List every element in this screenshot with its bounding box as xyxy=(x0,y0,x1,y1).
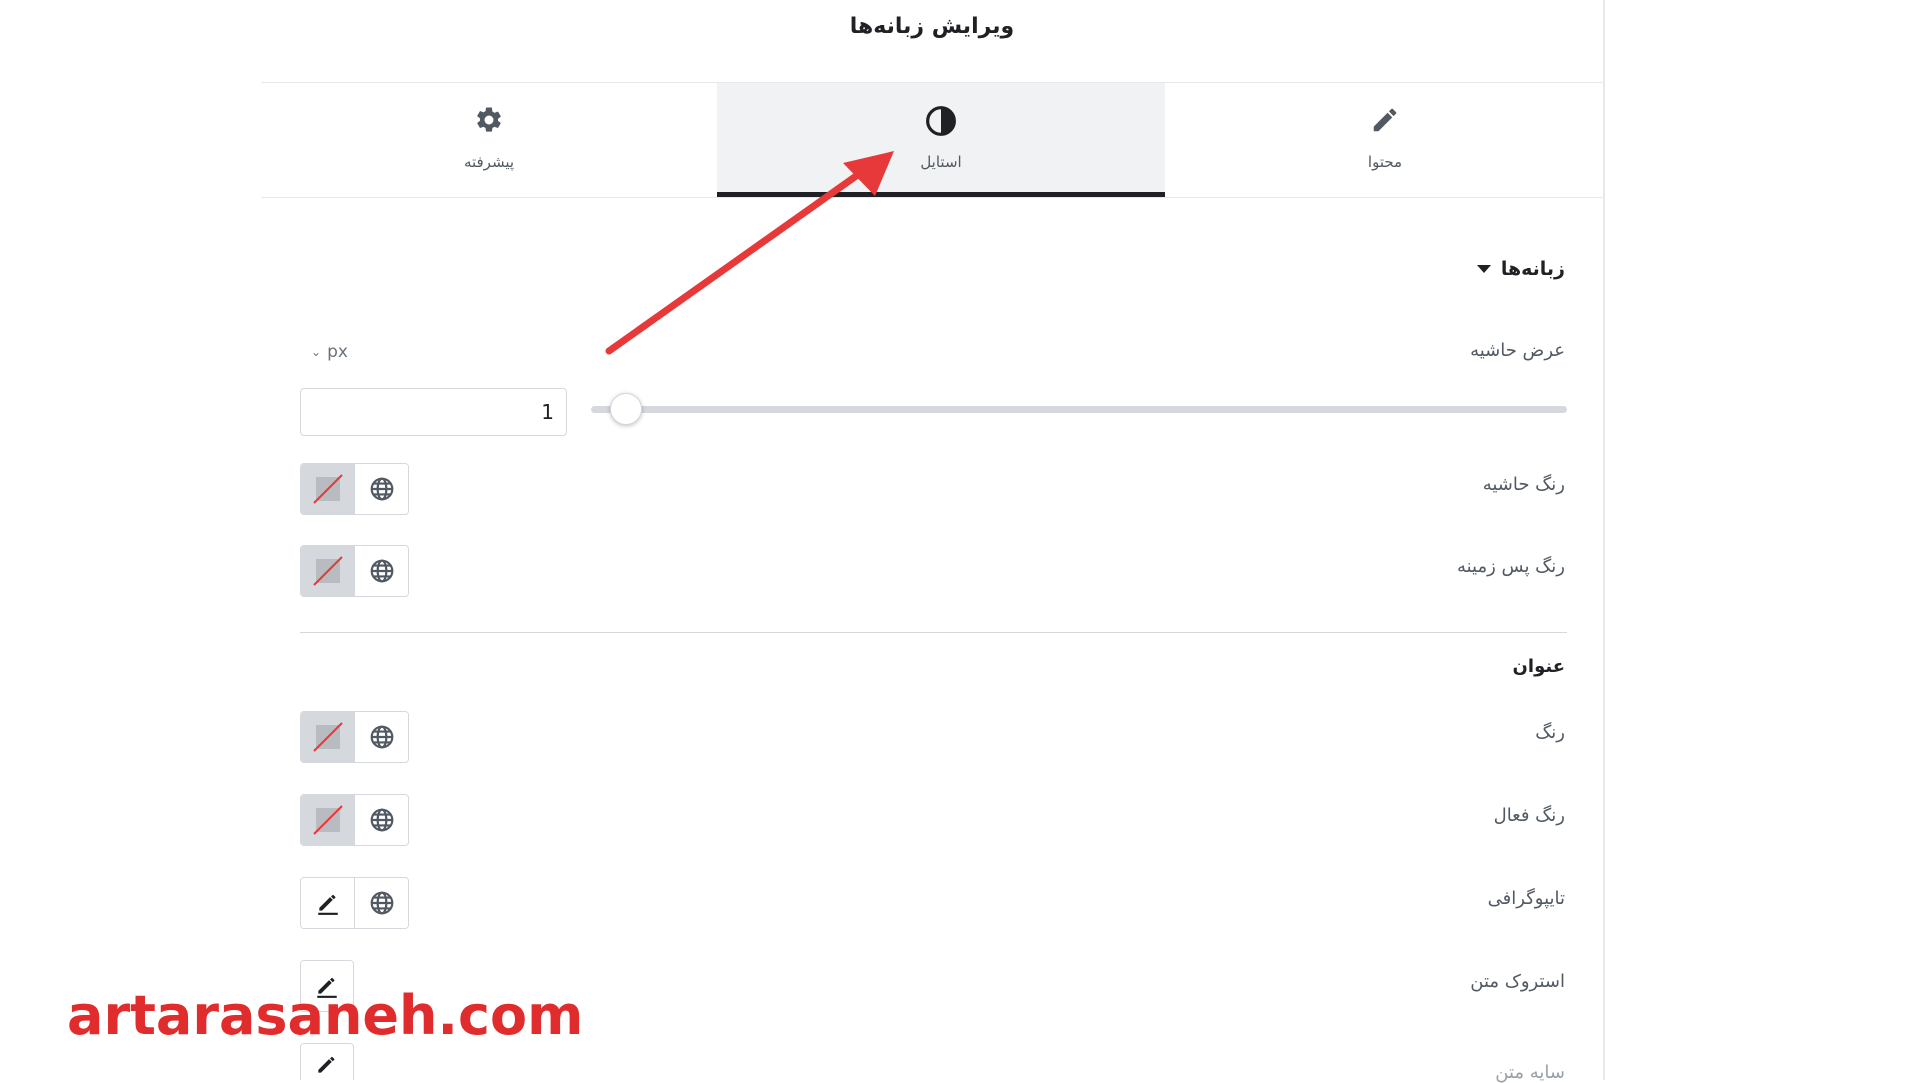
text-shadow-control xyxy=(300,1043,354,1080)
globe-icon xyxy=(370,891,393,915)
section-tabs-toggle[interactable]: زبانه‌ها xyxy=(1476,258,1565,280)
no-color-icon xyxy=(312,474,343,504)
title-subheading: عنوان xyxy=(1512,656,1565,677)
active-color-control xyxy=(300,794,409,846)
unit-label: px xyxy=(327,342,348,362)
globe-icon xyxy=(370,559,393,583)
editor-panel: ویرایش زبانه‌ها پیشرفته استایل xyxy=(261,0,1605,1083)
typography-edit-button[interactable] xyxy=(301,878,354,928)
typography-control xyxy=(300,877,409,929)
section-title: زبانه‌ها xyxy=(1500,258,1565,280)
pencil-icon xyxy=(318,1056,335,1073)
background-color-global-button[interactable] xyxy=(354,546,408,596)
typography-label: تایپوگرافی xyxy=(1487,888,1565,909)
tab-style[interactable]: استایل xyxy=(717,83,1165,197)
border-color-swatch[interactable] xyxy=(301,464,354,514)
border-width-label: عرض حاشیه xyxy=(1470,340,1565,361)
color-control xyxy=(300,711,409,763)
tab-content-label: محتوا xyxy=(1367,153,1403,171)
border-color-global-button[interactable] xyxy=(354,464,408,514)
tab-content[interactable]: محتوا xyxy=(1165,83,1605,197)
tab-advanced[interactable]: پیشرفته xyxy=(261,83,717,197)
text-stroke-label: استروک متن xyxy=(1470,971,1565,992)
no-color-icon xyxy=(312,556,343,586)
border-color-control xyxy=(300,463,409,515)
border-width-slider-thumb[interactable] xyxy=(609,393,642,425)
active-color-swatch[interactable] xyxy=(301,795,354,845)
tabs-bar: پیشرفته استایل محتوا xyxy=(261,82,1603,198)
caret-down-icon xyxy=(1476,265,1491,273)
watermark-text: artarasaneh.com xyxy=(67,984,584,1047)
typography-global-button[interactable] xyxy=(354,878,408,928)
gear-icon xyxy=(477,107,501,132)
border-width-slider-track[interactable] xyxy=(591,406,1567,413)
tab-advanced-label: پیشرفته xyxy=(463,153,515,171)
text-shadow-edit-button[interactable] xyxy=(301,1044,353,1080)
no-color-icon xyxy=(312,805,343,835)
pencil-icon xyxy=(317,894,338,915)
background-color-swatch[interactable] xyxy=(301,546,354,596)
pencil-icon xyxy=(1373,108,1397,132)
unit-selector[interactable]: ⌄ px xyxy=(311,342,348,362)
color-label: رنگ xyxy=(1535,722,1565,743)
border-color-label: رنگ حاشیه xyxy=(1482,474,1565,495)
border-width-input[interactable] xyxy=(300,388,567,436)
globe-icon xyxy=(370,477,393,501)
no-color-icon xyxy=(312,722,343,752)
active-color-global-button[interactable] xyxy=(354,795,408,845)
chevron-down-icon: ⌄ xyxy=(311,345,322,359)
background-color-control xyxy=(300,545,409,597)
section-divider xyxy=(300,632,1567,633)
active-color-label: رنگ فعال xyxy=(1493,805,1565,826)
half-circle-icon xyxy=(926,106,956,136)
globe-icon xyxy=(370,808,393,832)
panel-title: ویرایش زبانه‌ها xyxy=(849,14,1015,39)
globe-icon xyxy=(370,725,393,749)
tab-style-label: استایل xyxy=(920,153,962,171)
color-global-button[interactable] xyxy=(354,712,408,762)
color-swatch[interactable] xyxy=(301,712,354,762)
background-color-label: رنگ پس زمینه xyxy=(1456,556,1565,577)
